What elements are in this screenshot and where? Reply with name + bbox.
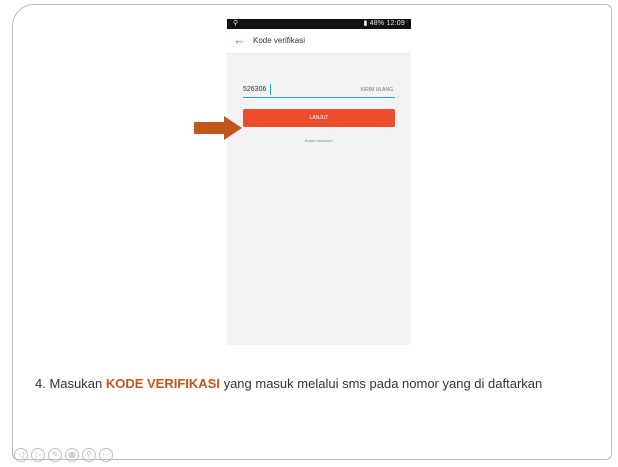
more-icon[interactable]: ⋯ xyxy=(99,448,113,462)
zoom-icon[interactable]: ⚲ xyxy=(82,448,96,462)
battery-time-text: 48% 12:09 xyxy=(369,20,405,27)
play-icon[interactable]: ▷ xyxy=(31,448,45,462)
continue-button[interactable]: LANJUT xyxy=(243,109,395,127)
verification-code-field[interactable]: 526306 KIRIM ULANG xyxy=(243,83,395,98)
page-title: Kode verifikasi xyxy=(253,36,306,45)
verification-form: 526306 KIRIM ULANG LANJUT Butuh bantuan? xyxy=(227,54,411,345)
instruction-text: 4. Masukan KODE VERIFIKASI yang masuk me… xyxy=(35,376,595,392)
status-bar: ⚲ ▮ 48% 12:09 xyxy=(227,19,411,29)
slide-toolbar: ◁ ▷ ✎ ▦ ⚲ ⋯ xyxy=(14,448,113,464)
code-input-value[interactable]: 526306 xyxy=(243,85,266,95)
help-link[interactable]: Butuh bantuan? xyxy=(227,138,411,144)
phone-screenshot: ⚲ ▮ 48% 12:09 ← Kode verifikasi 526306 K… xyxy=(227,19,411,345)
slides-icon[interactable]: ▦ xyxy=(65,448,79,462)
resend-button[interactable]: KIRIM ULANG xyxy=(360,86,393,94)
instruction-suffix: yang masuk melalui sms pada nomor yang d… xyxy=(219,376,543,391)
text-cursor xyxy=(270,84,271,95)
instruction-highlight: KODE VERIFIKASI xyxy=(105,376,220,391)
back-arrow-icon[interactable]: ← xyxy=(233,32,246,48)
pen-icon[interactable]: ✎ xyxy=(48,448,62,462)
app-header: ← Kode verifikasi xyxy=(227,29,411,54)
slide-frame: ⚲ ▮ 48% 12:09 ← Kode verifikasi 526306 K… xyxy=(12,4,612,460)
instruction-prefix: 4. Masukan xyxy=(35,376,106,391)
usb-icon: ⚲ xyxy=(233,20,239,27)
signal-icon: ▮ xyxy=(363,20,368,27)
pointer-arrow-icon xyxy=(194,116,242,140)
navigate-icon[interactable]: ◁ xyxy=(14,448,28,462)
status-time: ▮ 48% 12:09 xyxy=(364,19,406,29)
